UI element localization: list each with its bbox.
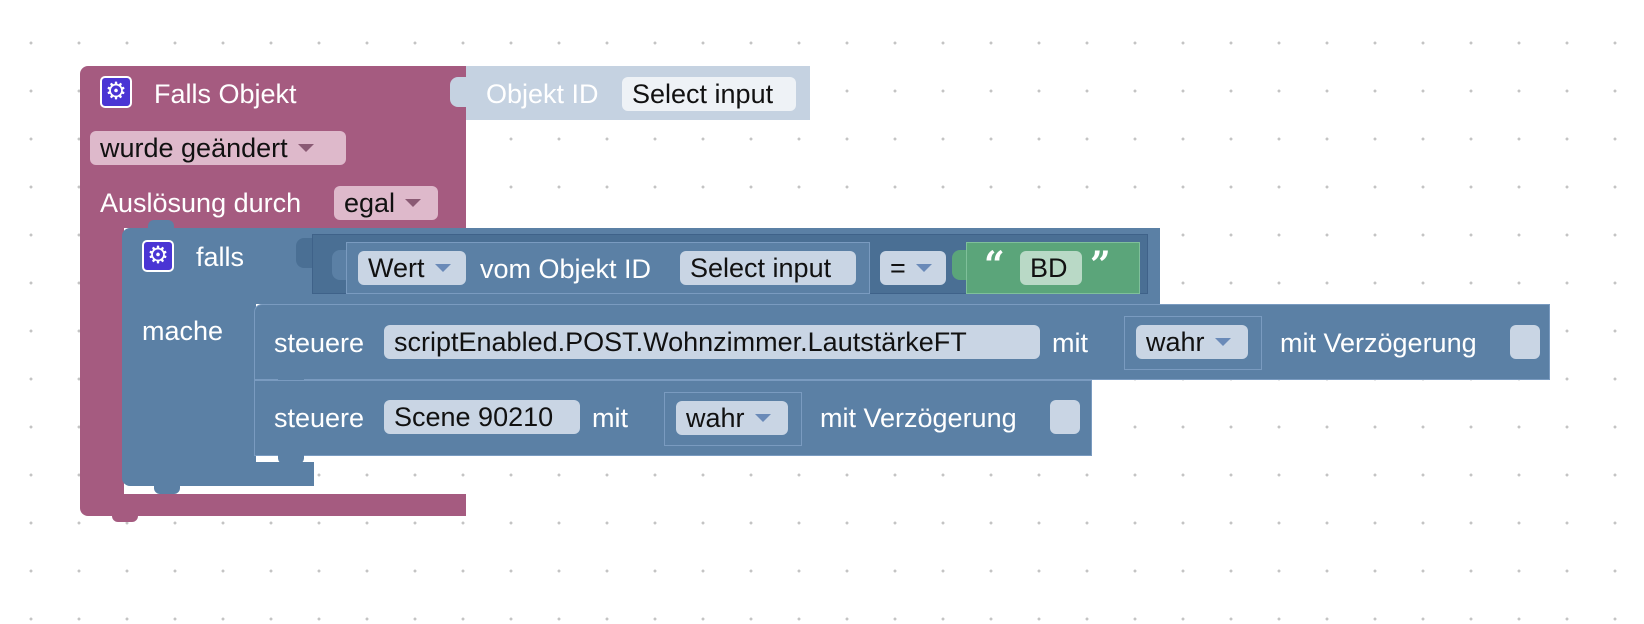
open-quote-icon: “ xyxy=(984,244,1005,286)
control-1-label: steuere xyxy=(274,328,365,358)
if-block-bottom xyxy=(122,462,314,486)
trigger-type-value: wurde geändert xyxy=(100,133,288,163)
control-1-bool-value: wahr xyxy=(1146,327,1205,357)
control-1-with-label: mit xyxy=(1052,328,1088,358)
do-label: mache xyxy=(142,316,224,346)
chevron-down-icon xyxy=(297,143,314,152)
control-block-2-tab xyxy=(278,454,304,464)
chevron-down-icon xyxy=(1214,337,1231,346)
if-gear-icon[interactable]: ⚙ xyxy=(142,240,174,272)
trigger-gear-icon[interactable]: ⚙ xyxy=(100,76,132,108)
control-1-object-input[interactable]: scriptEnabled.POST.Wohnzimmer.Lautstärke… xyxy=(384,325,1040,359)
trigger-type-dropdown[interactable]: wurde geändert xyxy=(90,131,346,165)
control-2-delay-checkbox[interactable] xyxy=(1050,400,1080,434)
ack-label: Auslösung durch xyxy=(100,188,302,218)
trigger-block-spine xyxy=(80,226,124,496)
chevron-down-icon xyxy=(434,263,451,272)
ack-value: egal xyxy=(344,188,396,218)
chevron-down-icon xyxy=(754,413,771,422)
control-2-bool-dropdown[interactable]: wahr xyxy=(676,401,788,435)
control-2-with-label: mit xyxy=(592,403,628,433)
object-label: vom Objekt ID xyxy=(480,254,652,284)
control-1-delay-label: mit Verzögerung xyxy=(1280,328,1477,358)
object-id-label: Objekt ID xyxy=(486,79,599,109)
compare-connector xyxy=(296,238,312,268)
text-input[interactable]: BD xyxy=(1020,251,1082,285)
chevron-down-icon xyxy=(915,263,932,272)
attribute-dropdown[interactable]: Wert xyxy=(358,251,466,285)
control-2-object-input[interactable]: Scene 90210 xyxy=(384,400,580,434)
control-2-delay-label: mit Verzögerung xyxy=(820,403,1017,433)
attribute-value: Wert xyxy=(368,253,425,283)
ack-dropdown[interactable]: egal xyxy=(334,186,438,220)
if-block-tab xyxy=(148,220,174,230)
trigger-title: Falls Objekt xyxy=(154,79,297,109)
close-quote-icon: ” xyxy=(1090,244,1111,286)
if-block-bottom-tab xyxy=(154,484,180,494)
operator-value: = xyxy=(890,253,906,283)
chevron-down-icon xyxy=(405,198,422,207)
control-2-bool-value: wahr xyxy=(686,403,745,433)
condition-object-input[interactable]: Select input xyxy=(680,251,856,285)
control-1-bool-dropdown[interactable]: wahr xyxy=(1136,325,1248,359)
object-id-input[interactable]: Select input xyxy=(622,77,796,111)
control-2-label: steuere xyxy=(274,403,365,433)
object-id-connector xyxy=(450,77,466,107)
trigger-block-bottom-tab xyxy=(112,512,138,522)
control-1-delay-checkbox[interactable] xyxy=(1510,325,1540,359)
if-label: falls xyxy=(196,242,245,272)
operator-dropdown[interactable]: = xyxy=(880,251,946,285)
